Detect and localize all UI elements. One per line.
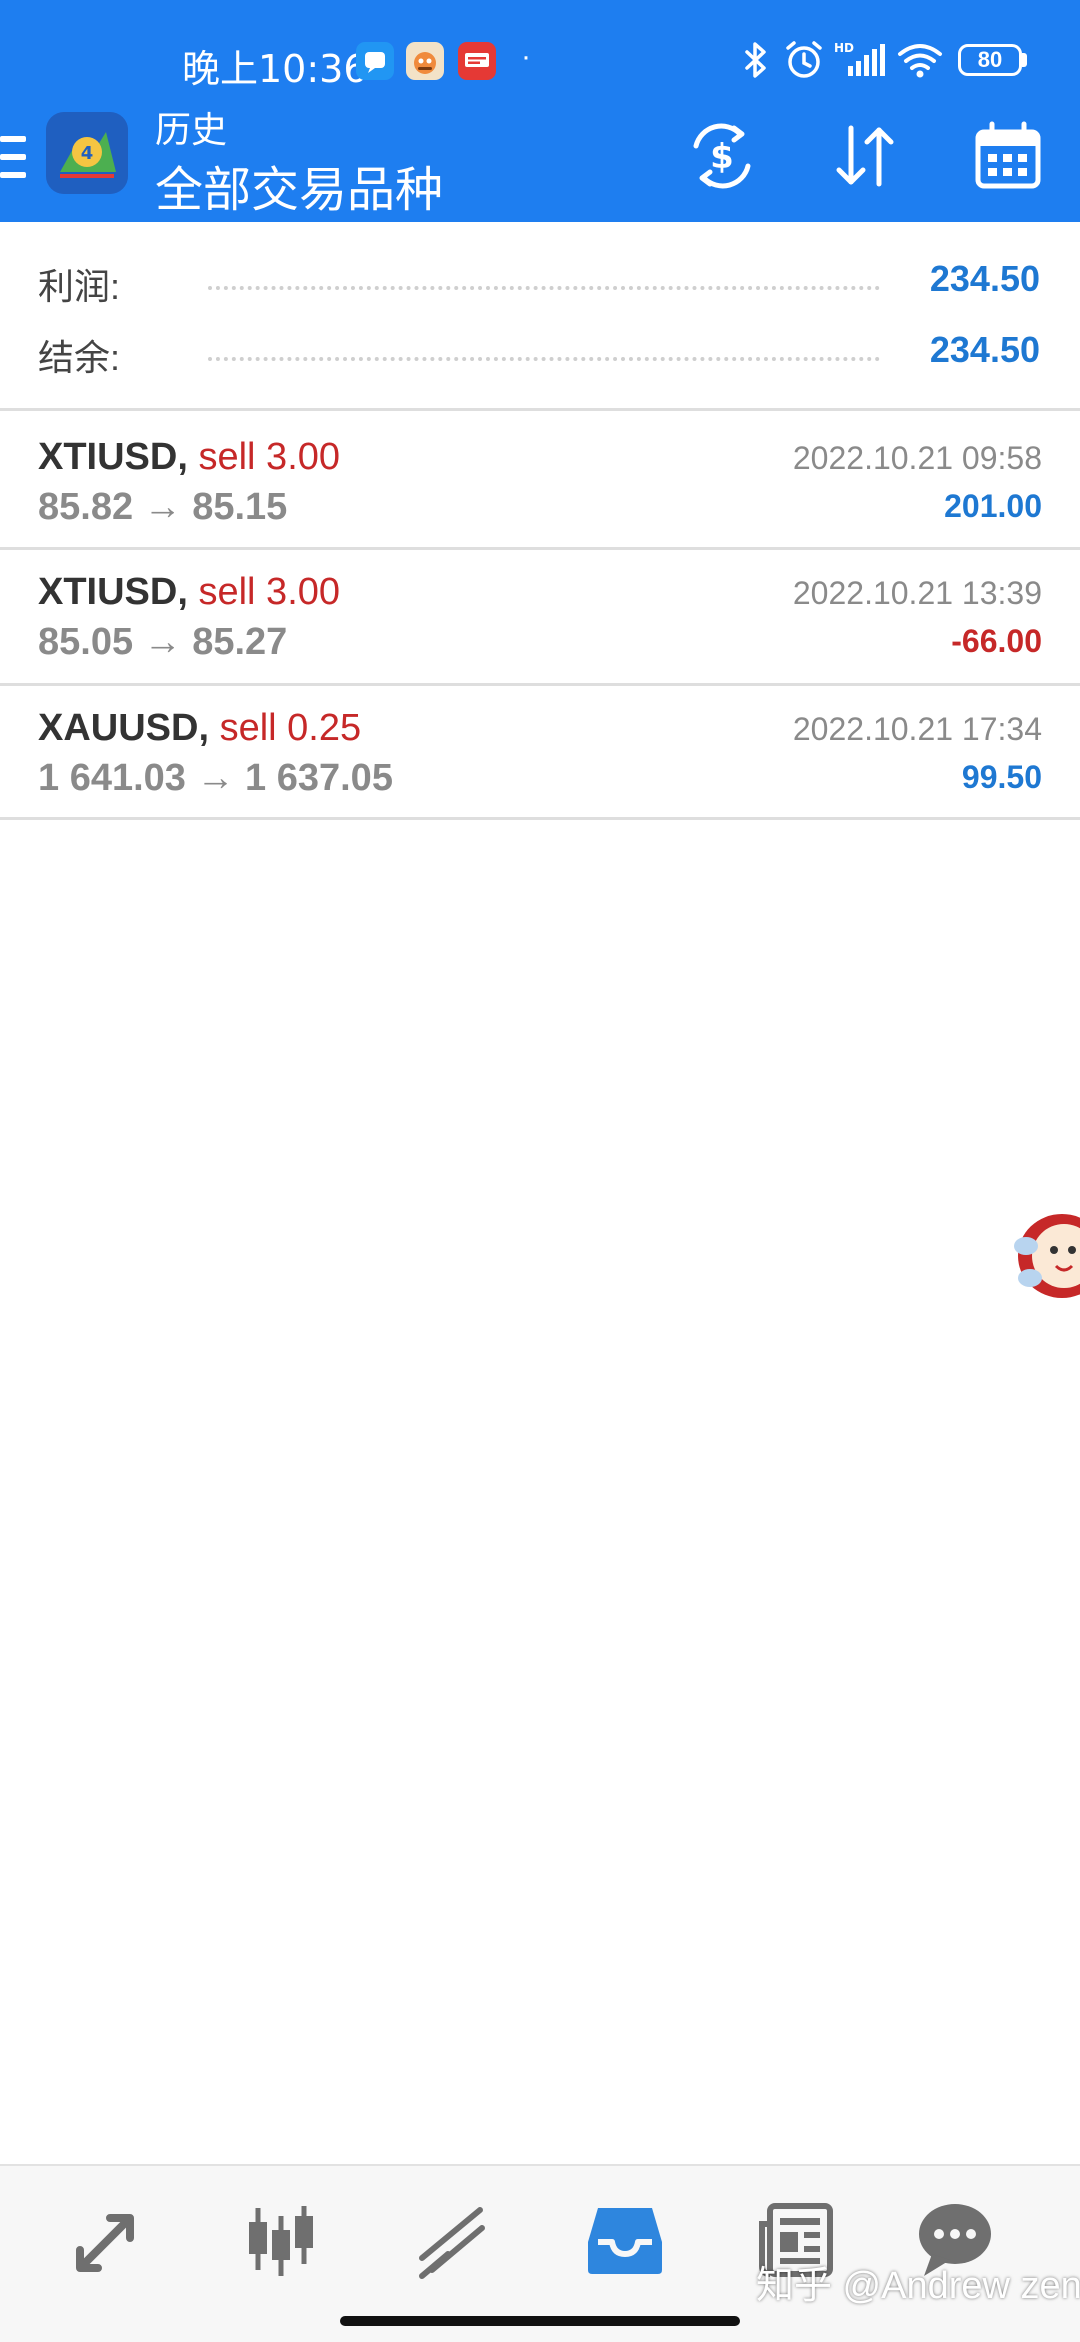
quotes-icon[interactable] xyxy=(64,2194,154,2284)
trade-separator: , xyxy=(177,571,188,613)
app-logo-icon: 4 xyxy=(46,112,128,194)
status-bar: 晚上10:36 · HD 80 xyxy=(0,30,1080,94)
app-header: 晚上10:36 · HD 80 4 历史 全部交易品种 $ xyxy=(0,0,1080,222)
trade-icon[interactable] xyxy=(408,2194,498,2284)
profit-dots xyxy=(208,286,880,290)
bluetooth-icon xyxy=(745,42,766,78)
page-title[interactable]: 全部交易品种 xyxy=(155,150,443,220)
game-app-icon xyxy=(406,42,444,80)
chat-bubble-icon xyxy=(356,42,394,80)
home-indicator[interactable] xyxy=(340,2316,740,2326)
trade-prices: 85.82 → 85.15 xyxy=(38,486,288,528)
trade-time: 2022.10.21 09:58 xyxy=(792,440,1042,476)
svg-text:HD: HD xyxy=(834,41,854,55)
trade-prices: 1 641.03 → 1 637.05 xyxy=(38,757,393,799)
menu-icon[interactable] xyxy=(0,134,30,180)
trade-divider xyxy=(0,817,1080,820)
history-inbox-icon[interactable] xyxy=(580,2194,670,2284)
summary-divider xyxy=(0,408,1080,411)
trade-row[interactable]: XTIUSD, sell 3.00 85.82 → 85.15 2022.10.… xyxy=(0,414,1080,546)
chart-candles-icon[interactable] xyxy=(236,2194,326,2284)
floating-mascot-icon[interactable] xyxy=(1010,1206,1080,1306)
trade-profit: 201.00 xyxy=(944,488,1042,524)
watermark-text: 知乎 @Andrew zeng xyxy=(756,2265,1080,2307)
status-time: 晚上10:36 xyxy=(182,47,368,91)
battery-level: 80 xyxy=(977,47,1003,72)
hd-signal-icon: HD xyxy=(834,41,885,76)
profit-value: 234.50 xyxy=(929,258,1040,299)
news-app-icon xyxy=(458,42,496,80)
battery-tip xyxy=(1022,53,1027,67)
page-subtitle: 历史 xyxy=(155,109,228,150)
balance-value: 234.50 xyxy=(929,329,1040,370)
trade-profit: 99.50 xyxy=(961,759,1042,795)
trade-side: sell 3.00 xyxy=(198,436,341,478)
trade-symbol: XTIUSD xyxy=(38,436,178,478)
wifi-icon xyxy=(898,44,942,78)
currency-exchange-icon[interactable]: $ xyxy=(682,116,762,196)
trade-row[interactable]: XAUUSD, sell 0.25 1 641.03 → 1 637.05 20… xyxy=(0,685,1080,817)
profit-label: 利润: xyxy=(38,266,121,307)
balance-row: 结余: 234.50 xyxy=(0,317,1080,387)
calendar-icon[interactable] xyxy=(968,116,1048,196)
trade-time: 2022.10.21 17:34 xyxy=(792,711,1042,747)
balance-dots xyxy=(208,357,880,361)
sort-icon[interactable] xyxy=(825,116,905,196)
profit-row: 利润: 234.50 xyxy=(0,246,1080,316)
status-dot: · xyxy=(521,40,531,73)
trade-symbol: XAUUSD xyxy=(38,707,199,749)
svg-text:4: 4 xyxy=(81,143,94,164)
alarm-icon xyxy=(786,41,822,78)
trade-side: sell 0.25 xyxy=(219,707,362,749)
trade-side: sell 3.00 xyxy=(198,571,341,613)
trade-separator: , xyxy=(177,436,188,478)
bottom-nav: 知乎 @Andrew zeng xyxy=(0,2164,1080,2342)
svg-text:$: $ xyxy=(710,137,734,177)
trade-time: 2022.10.21 13:39 xyxy=(792,575,1042,611)
trade-symbol: XTIUSD xyxy=(38,571,178,613)
trade-separator: , xyxy=(198,707,210,749)
trade-profit: -66.00 xyxy=(951,623,1042,659)
balance-label: 结余: xyxy=(38,337,121,378)
trade-row[interactable]: XTIUSD, sell 3.00 85.05 → 85.27 2022.10.… xyxy=(0,549,1080,681)
trade-prices: 85.05 → 85.27 xyxy=(38,621,288,663)
